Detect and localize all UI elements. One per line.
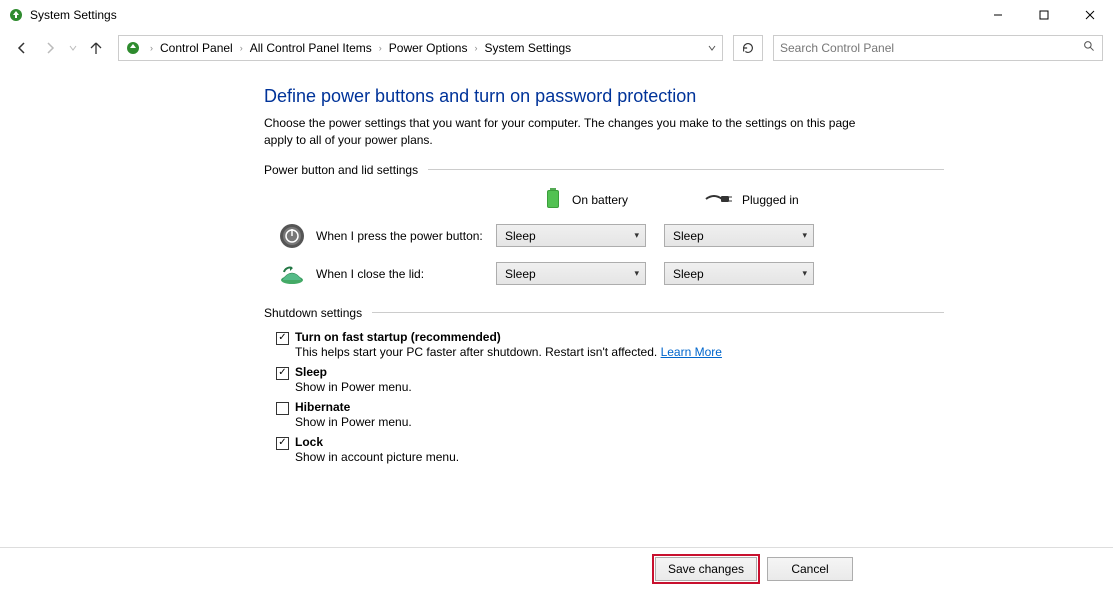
content-area: Define power buttons and turn on passwor… <box>0 66 1113 464</box>
window-title: System Settings <box>30 8 117 22</box>
breadcrumb-segment[interactable]: System Settings <box>480 39 575 57</box>
close-button[interactable] <box>1067 0 1113 30</box>
nav-row: › Control Panel › All Control Panel Item… <box>0 30 1113 66</box>
forward-button[interactable] <box>38 36 62 60</box>
setting-label: When I close the lid: <box>316 267 496 281</box>
breadcrumb-segment[interactable]: Control Panel <box>156 39 237 57</box>
hibernate-checkbox[interactable] <box>276 402 289 415</box>
back-button[interactable] <box>10 36 34 60</box>
divider <box>372 312 944 313</box>
setting-row-power-button: When I press the power button: Sleep ▾ S… <box>276 220 944 252</box>
col-plugged-label: Plugged in <box>742 193 799 207</box>
sleep-checkbox[interactable]: ✓ <box>276 367 289 380</box>
checkbox-row-hibernate: Hibernate <box>276 400 944 415</box>
checkbox-sub: Show in Power menu. <box>295 380 944 394</box>
lid-icon <box>276 258 308 290</box>
chevron-right-icon[interactable]: › <box>237 43 246 53</box>
recent-dropdown[interactable] <box>66 36 80 60</box>
section-title-label: Power button and lid settings <box>264 163 418 177</box>
column-headers: On battery Plugged in <box>484 187 944 214</box>
checkbox-row-sleep: ✓ Sleep <box>276 365 944 380</box>
checkbox-row-fast-startup: ✓ Turn on fast startup (recommended) <box>276 330 944 345</box>
checkbox-subtext: This helps start your PC faster after sh… <box>295 345 661 359</box>
select-value: Sleep <box>505 267 536 281</box>
power-button-battery-select[interactable]: Sleep ▾ <box>496 224 646 247</box>
select-value: Sleep <box>505 229 536 243</box>
checkbox-sub: Show in Power menu. <box>295 415 944 429</box>
save-changes-button[interactable]: Save changes <box>655 557 757 581</box>
refresh-button[interactable] <box>733 35 763 61</box>
section-title-power: Power button and lid settings <box>264 163 944 177</box>
chevron-right-icon[interactable]: › <box>376 43 385 53</box>
search-placeholder: Search Control Panel <box>780 41 894 55</box>
power-button-icon <box>276 220 308 252</box>
search-icon <box>1083 40 1096 56</box>
close-lid-battery-select[interactable]: Sleep ▾ <box>496 262 646 285</box>
page-description: Choose the power settings that you want … <box>264 115 884 149</box>
fast-startup-checkbox[interactable]: ✓ <box>276 332 289 345</box>
maximize-button[interactable] <box>1021 0 1067 30</box>
learn-more-link[interactable]: Learn More <box>661 345 722 359</box>
cancel-button[interactable]: Cancel <box>767 557 853 581</box>
select-value: Sleep <box>673 267 704 281</box>
page-heading: Define power buttons and turn on passwor… <box>264 86 944 107</box>
checkbox-label: Turn on fast startup (recommended) <box>295 330 501 344</box>
plug-icon <box>704 191 732 210</box>
search-input[interactable]: Search Control Panel <box>773 35 1103 61</box>
location-icon <box>123 38 143 58</box>
power-button-plugged-select[interactable]: Sleep ▾ <box>664 224 814 247</box>
select-value: Sleep <box>673 229 704 243</box>
chevron-down-icon: ▾ <box>634 230 639 241</box>
address-bar[interactable]: › Control Panel › All Control Panel Item… <box>118 35 723 61</box>
window-controls <box>975 0 1113 30</box>
section-title-label: Shutdown settings <box>264 306 362 320</box>
lock-checkbox[interactable]: ✓ <box>276 437 289 450</box>
battery-icon <box>544 187 562 214</box>
checkbox-label: Hibernate <box>295 400 350 414</box>
section-title-shutdown: Shutdown settings <box>264 306 944 320</box>
titlebar: System Settings <box>0 0 1113 30</box>
up-button[interactable] <box>84 36 108 60</box>
checkbox-sub: This helps start your PC faster after sh… <box>295 345 944 359</box>
breadcrumb-segment[interactable]: Power Options <box>385 39 472 57</box>
chevron-right-icon[interactable]: › <box>147 43 156 53</box>
chevron-right-icon[interactable]: › <box>471 43 480 53</box>
col-battery-label: On battery <box>572 193 628 207</box>
address-dropdown[interactable] <box>700 44 722 52</box>
setting-row-close-lid: When I close the lid: Sleep ▾ Sleep ▾ <box>276 258 944 290</box>
chevron-down-icon: ▾ <box>802 230 807 241</box>
checkbox-sub: Show in account picture menu. <box>295 450 944 464</box>
checkbox-label: Lock <box>295 435 323 449</box>
chevron-down-icon: ▾ <box>802 268 807 279</box>
footer: Save changes Cancel <box>0 547 1113 589</box>
close-lid-plugged-select[interactable]: Sleep ▾ <box>664 262 814 285</box>
app-icon <box>8 7 24 23</box>
minimize-button[interactable] <box>975 0 1021 30</box>
setting-label: When I press the power button: <box>316 229 496 243</box>
checkbox-row-lock: ✓ Lock <box>276 435 944 450</box>
divider <box>428 169 944 170</box>
chevron-down-icon: ▾ <box>634 268 639 279</box>
checkbox-label: Sleep <box>295 365 327 379</box>
breadcrumb-segment[interactable]: All Control Panel Items <box>246 39 376 57</box>
